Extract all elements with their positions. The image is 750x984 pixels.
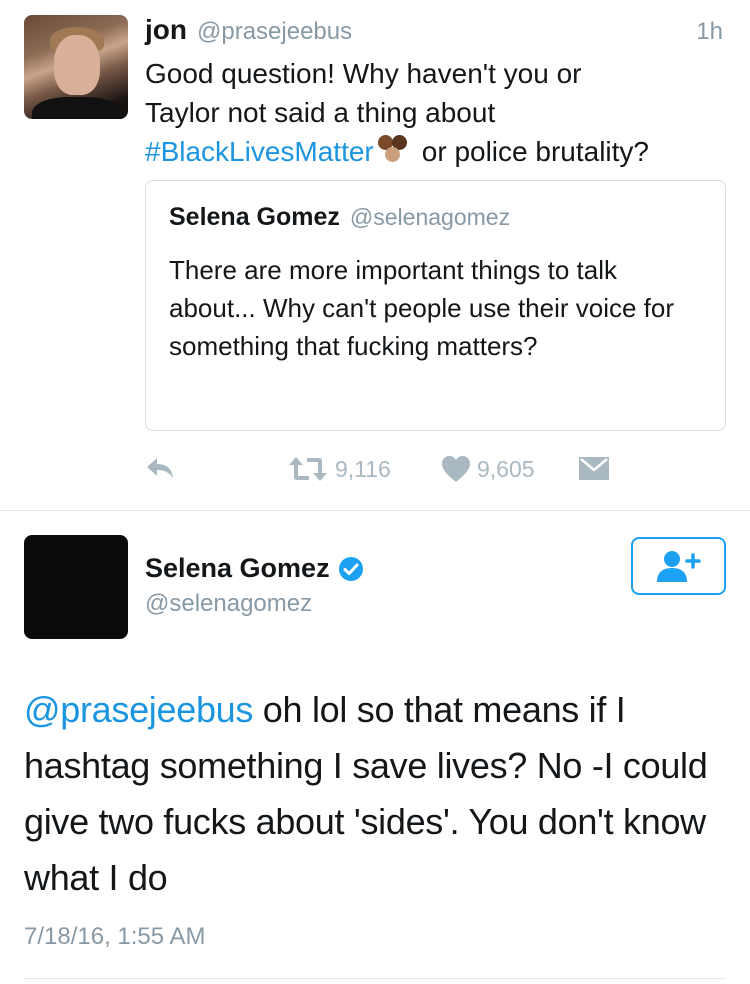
- heart-icon: [442, 456, 470, 482]
- tweet-header: jon @prasejeebus: [145, 14, 352, 46]
- quoted-tweet-card[interactable]: Selena Gomez @selenagomez There are more…: [145, 180, 726, 431]
- like-button[interactable]: 9,605: [441, 455, 535, 483]
- author-name[interactable]: jon: [145, 14, 187, 46]
- tweet-text-line: #BlackLivesMatter or police brutality?: [145, 132, 735, 171]
- reply-author-avatar[interactable]: [24, 535, 128, 639]
- reply-author-name-row: Selena Gomez: [145, 553, 364, 584]
- direct-message-button[interactable]: [578, 455, 610, 481]
- reply-tweet-text: @prasejeebus oh lol so that means if I h…: [24, 682, 724, 906]
- divider: [0, 510, 750, 511]
- quoted-author-handle: @selenagomez: [349, 204, 511, 230]
- tweet-text-line: Good question! Why haven't you or: [145, 58, 582, 89]
- tweet-text-rest: or police brutality?: [421, 136, 649, 167]
- tweet-text: Good question! Why haven't you or Taylor…: [145, 54, 735, 171]
- author-avatar[interactable]: [24, 15, 128, 119]
- tweet-time[interactable]: 1h: [696, 18, 723, 46]
- retweet-icon: [289, 457, 327, 481]
- quoted-tweet-text: There are more important things to talk …: [169, 255, 675, 361]
- retweet-button[interactable]: 9,116: [287, 455, 391, 483]
- envelope-icon: [579, 457, 609, 480]
- quoted-tweet-header: Selena Gomez @selenagomez: [169, 203, 510, 232]
- like-count: 9,605: [477, 455, 535, 482]
- reply-author-handle[interactable]: @selenagomez: [145, 590, 312, 618]
- verified-badge-icon: [338, 556, 363, 581]
- follow-button[interactable]: [631, 537, 726, 595]
- tweet-text-line: Taylor not said a thing about: [145, 97, 496, 128]
- divider: [24, 978, 726, 979]
- quoted-author-name: Selena Gomez: [169, 203, 340, 231]
- retweet-count: 9,116: [335, 455, 391, 482]
- raised-fists-emoji: [374, 135, 414, 165]
- reply-icon: [147, 458, 173, 478]
- quote-tweet: jon @prasejeebus 1h Good question! Why h…: [0, 0, 750, 510]
- tweet-actions: 9,116 9,605: [145, 455, 625, 495]
- reply-button[interactable]: [145, 455, 175, 481]
- hashtag-link[interactable]: #BlackLivesMatter: [145, 136, 374, 167]
- mention-link[interactable]: @prasejeebus: [24, 689, 253, 730]
- reply-author-name[interactable]: Selena Gomez: [145, 553, 330, 584]
- follow-user-icon: [656, 551, 701, 582]
- tweet-timestamp[interactable]: 7/18/16, 1:55 AM: [24, 923, 205, 951]
- author-handle[interactable]: @prasejeebus: [197, 18, 352, 46]
